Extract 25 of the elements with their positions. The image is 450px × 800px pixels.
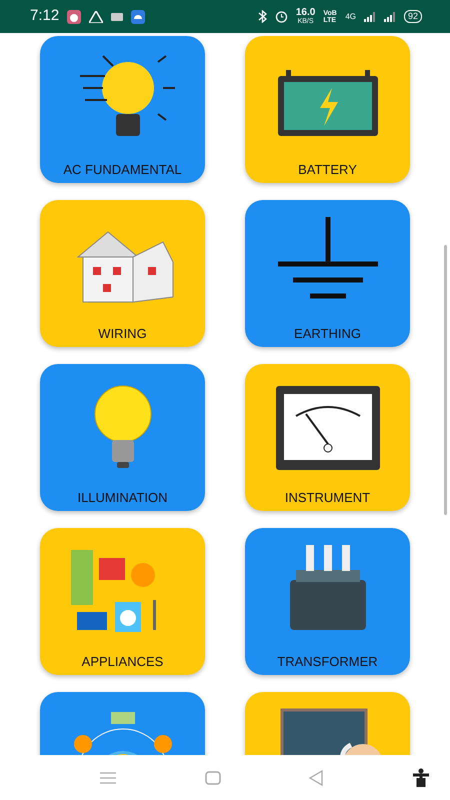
- category-tile[interactable]: TRANSFORMER: [245, 528, 410, 675]
- network-type: 4G: [345, 12, 356, 20]
- back-icon[interactable]: [309, 770, 324, 786]
- menu-icon[interactable]: [100, 772, 116, 784]
- scrollbar[interactable]: [444, 245, 447, 515]
- category-tile[interactable]: ILLUMINATION: [40, 364, 205, 511]
- bluetooth-icon: [258, 10, 267, 23]
- battery-level: 92: [404, 10, 422, 23]
- notification-icon: [111, 12, 124, 22]
- category-tile[interactable]: EARTHING: [245, 200, 410, 347]
- app-notification-icon: [67, 10, 82, 24]
- signal-icon: [384, 12, 396, 22]
- alarm-icon: [274, 10, 288, 23]
- cloud-notification-icon: [131, 10, 146, 24]
- category-tile[interactable]: APPLIANCES: [40, 528, 205, 675]
- mountain-icon: [89, 10, 104, 22]
- home-icon[interactable]: [204, 770, 221, 784]
- network-speed: 16.0: [296, 8, 316, 18]
- accessibility-icon[interactable]: [412, 768, 430, 788]
- category-tile[interactable]: INSTRUMENT: [245, 364, 410, 511]
- category-tile[interactable]: BATTERY: [245, 36, 410, 183]
- signal-icon: [364, 12, 376, 22]
- clock: 7:12: [30, 6, 60, 26]
- category-tile[interactable]: WIRING: [40, 200, 205, 347]
- category-tile[interactable]: AC FUNDAMENTAL: [40, 36, 205, 183]
